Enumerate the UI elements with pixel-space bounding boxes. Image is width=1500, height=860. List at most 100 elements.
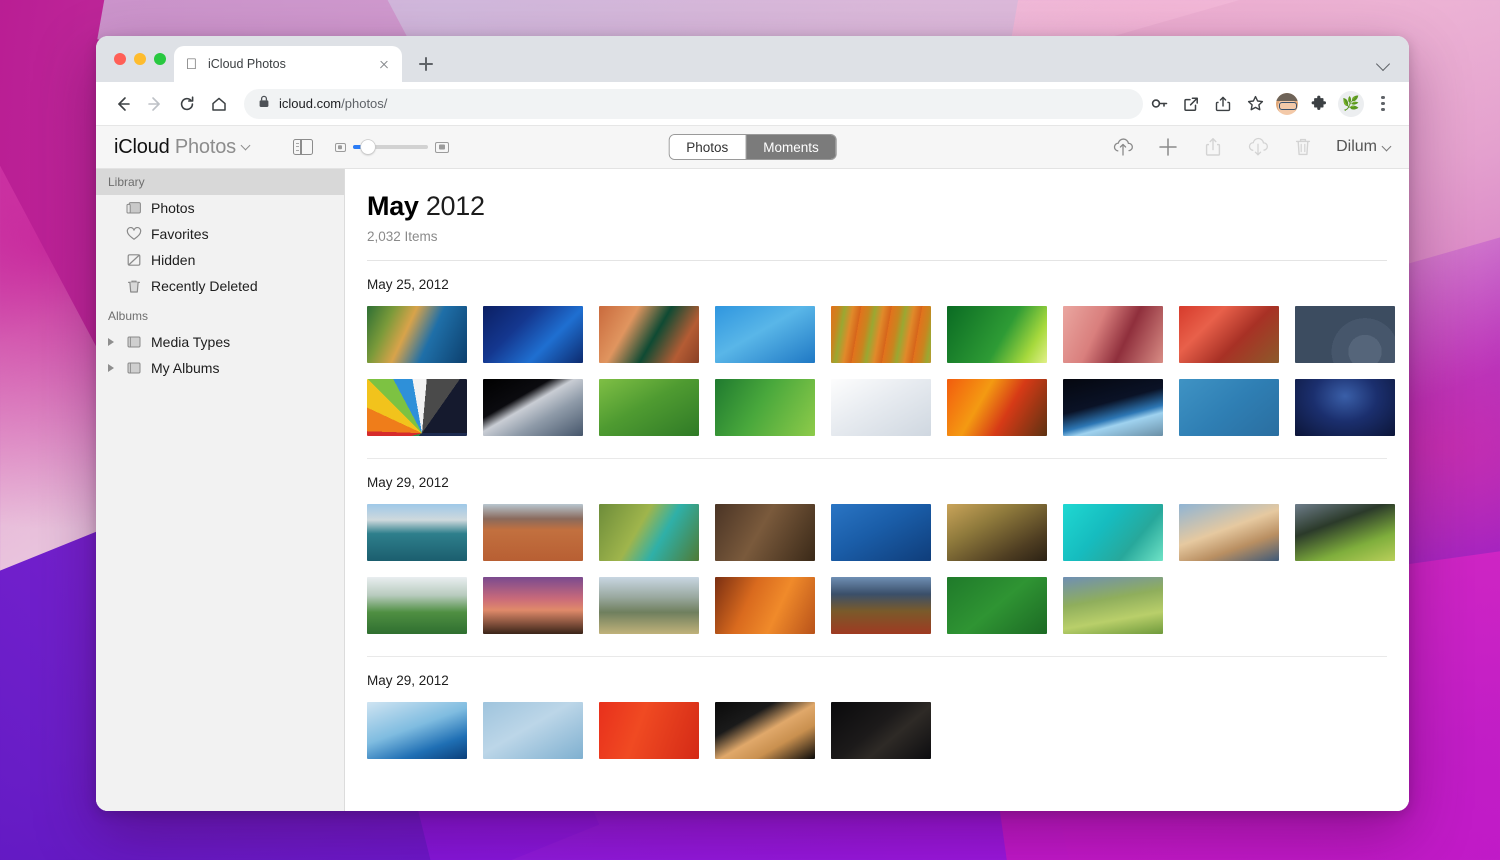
back-arrow-icon[interactable] [108,89,138,119]
sidebar-item-label: My Albums [151,360,220,376]
sidebar-item-recently-deleted[interactable]: Recently Deleted [96,273,344,299]
account-avatar-icon[interactable]: 🌿 [1337,90,1365,118]
photo-section: May 29, 2012 [367,459,1409,657]
more-menu-icon[interactable] [1369,90,1397,118]
photo-thumbnail[interactable] [715,702,815,759]
photo-thumbnail[interactable] [1179,306,1279,363]
photo-thumbnail[interactable] [483,306,583,363]
share-button-icon[interactable] [1201,135,1225,159]
photo-thumbnail[interactable] [831,702,931,759]
photo-thumbnail[interactable] [1179,379,1279,436]
sidebar-item-photos[interactable]: Photos [96,195,344,221]
close-window-button[interactable] [114,53,126,65]
photo-thumbnail[interactable] [1295,504,1395,561]
photo-thumbnail[interactable] [367,504,467,561]
reload-icon[interactable] [172,89,202,119]
page-title: May 2012 [367,169,1409,222]
app-body: Library Photos Favorites Hidden Recently… [96,169,1409,811]
photo-thumbnail[interactable] [483,379,583,436]
photo-thumbnail[interactable] [1179,504,1279,561]
sidebar-item-hidden[interactable]: Hidden [96,247,344,273]
extensions-puzzle-icon[interactable] [1305,90,1333,118]
photo-thumbnail[interactable] [599,504,699,561]
close-icon[interactable] [376,56,392,72]
photo-thumbnail[interactable] [367,577,467,634]
bookmark-star-icon[interactable] [1241,90,1269,118]
folder-icon [126,360,142,376]
section-date: May 29, 2012 [367,475,449,490]
sidebar-item-favorites[interactable]: Favorites [96,221,344,247]
app-brand[interactable]: iCloud Photos [114,136,251,159]
photo-thumbnail[interactable] [715,306,815,363]
triangle-right-icon[interactable] [108,338,114,346]
sidebar-item-media-types[interactable]: Media Types [96,329,344,355]
photo-thumbnail[interactable] [715,577,815,634]
photo-thumbnail[interactable] [831,504,931,561]
photo-thumbnail[interactable] [367,702,467,759]
photo-thumbnail[interactable] [715,379,815,436]
new-tab-button[interactable] [412,50,440,78]
photo-thumbnail[interactable] [1063,504,1163,561]
photo-thumbnail[interactable] [831,379,931,436]
photo-thumbnail[interactable] [947,306,1047,363]
app-toolbar-actions: Dilum [1111,135,1391,159]
home-icon[interactable] [204,89,234,119]
chevron-down-icon [1383,143,1391,151]
open-in-new-window-icon[interactable] [1177,90,1205,118]
photo-thumbnail[interactable] [367,306,467,363]
photo-section: May 29, 2012 [367,657,1409,759]
photo-thumbnail[interactable] [483,702,583,759]
large-thumbnail-icon[interactable] [434,141,449,153]
photo-thumbnail[interactable] [947,504,1047,561]
chevron-down-icon[interactable] [1377,56,1391,70]
photo-thumbnail[interactable] [599,306,699,363]
photo-thumbnail[interactable] [599,702,699,759]
thumbnail-size-slider[interactable] [352,140,428,154]
sidebar-toggle-icon[interactable] [292,138,313,156]
photo-thumbnail[interactable] [367,379,467,436]
photo-thumbnail[interactable] [831,577,931,634]
password-key-icon[interactable] [1145,90,1173,118]
trash-icon[interactable] [1291,135,1315,159]
brand-photos: Photos [174,135,236,158]
plus-icon[interactable] [1156,135,1180,159]
photo-thumbnail[interactable] [1063,306,1163,363]
tab-photos[interactable]: Photos [669,135,746,159]
sidebar-section-library: Library [96,169,344,195]
chevron-down-icon[interactable] [242,142,251,151]
address-bar[interactable]: icloud.com/photos/ [244,88,1143,119]
photo-thumbnail[interactable] [1063,379,1163,436]
photo-thumbnail[interactable] [947,379,1047,436]
photo-thumbnail[interactable] [483,577,583,634]
small-thumbnail-icon[interactable] [334,142,346,152]
photo-row [367,306,1409,363]
view-switch: Photos Moments [668,134,837,160]
year-label: 2012 [425,191,485,221]
photo-thumbnail[interactable] [1295,379,1395,436]
sidebar-section-albums: Albums [108,309,149,323]
photo-thumbnail[interactable] [1295,306,1395,363]
lock-icon [258,95,270,113]
icloud-photos-app: iCloud Photos Photos Moments Dilum Libra… [96,126,1409,811]
user-menu[interactable]: Dilum [1336,138,1391,156]
minimize-window-button[interactable] [134,53,146,65]
browser-tab-icloud-photos[interactable]:  iCloud Photos [174,46,402,82]
photo-thumbnail[interactable] [947,577,1047,634]
photo-thumbnail[interactable] [483,504,583,561]
profile-avatar-icon[interactable] [1273,90,1301,118]
cloud-download-icon[interactable] [1246,135,1270,159]
share-icon[interactable] [1209,90,1237,118]
photo-thumbnail[interactable] [599,577,699,634]
photo-thumbnail[interactable] [715,504,815,561]
triangle-right-icon[interactable] [108,364,114,372]
cloud-upload-icon[interactable] [1111,135,1135,159]
hidden-eye-slash-icon [126,252,142,268]
tab-moments[interactable]: Moments [745,135,836,159]
photo-thumbnail[interactable] [1063,577,1163,634]
maximize-window-button[interactable] [154,53,166,65]
sidebar-item-my-albums[interactable]: My Albums [96,355,344,381]
sidebar-item-label: Favorites [151,226,209,242]
photo-thumbnail[interactable] [831,306,931,363]
photos-icon [126,200,142,216]
photo-thumbnail[interactable] [599,379,699,436]
